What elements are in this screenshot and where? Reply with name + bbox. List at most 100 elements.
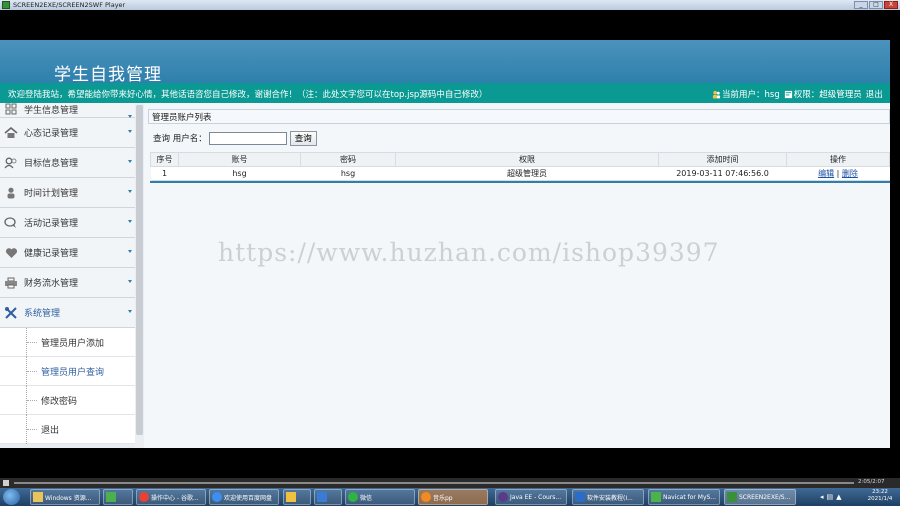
- taskbar-item-eclipse[interactable]: Java EE - Cours...: [495, 489, 567, 505]
- person-icon: [4, 186, 18, 200]
- sidebar-item-mood[interactable]: 心态记录管理: [0, 118, 135, 148]
- col-action: 操作: [786, 152, 890, 167]
- admin-table: 序号 账号 密码 权限 添加时间 操作 1 hsg hsg 超级管理员 2019: [150, 152, 890, 181]
- sidebar-item-goal[interactable]: 目标信息管理: [0, 148, 135, 178]
- screen2exe-icon: [727, 492, 737, 502]
- col-no: 序号: [150, 152, 179, 167]
- heart-icon: [4, 246, 18, 260]
- taskbar-item-navicat[interactable]: Navicat for MyS...: [648, 489, 720, 505]
- username-search-input[interactable]: [208, 131, 287, 145]
- player-app-icon: [2, 1, 10, 9]
- edit-link[interactable]: 编辑: [818, 169, 834, 178]
- col-role: 权限: [395, 152, 659, 167]
- col-password: 密码: [300, 152, 396, 167]
- app-icon: [106, 492, 116, 502]
- users-icon: [712, 90, 721, 99]
- grid-icon: [4, 103, 18, 116]
- taskbar-item-app5[interactable]: [283, 489, 311, 505]
- chevron-down-icon: [128, 190, 132, 193]
- cell-time: 2019-03-11 07:46:56.0: [658, 166, 787, 181]
- sidebar-subitem-logout[interactable]: 退出: [0, 415, 135, 444]
- welcome-text: 欢迎登陆我站，希望能给你带来好心情，其他话语咨您自己修改，谢谢合作！（注：此处文…: [8, 90, 488, 100]
- window-controls: _ □ X: [854, 1, 898, 9]
- sidebar-subitem-label: 修改密码: [41, 396, 78, 407]
- music-icon: [421, 492, 431, 502]
- table-row: 1 hsg hsg 超级管理员 2019-03-11 07:46:56.0 编辑…: [150, 166, 890, 181]
- app-icon: [317, 492, 327, 502]
- search-button[interactable]: 查询: [289, 130, 317, 146]
- table-header-row: 序号 账号 密码 权限 添加时间 操作: [150, 152, 890, 167]
- taskbar-item-music[interactable]: 音乐pp: [418, 489, 488, 505]
- user-info: 当前用户：hsg 权限：超级管理员 退出: [712, 88, 883, 100]
- taskbar-item-word[interactable]: 软件安装教程(I...: [572, 489, 644, 505]
- start-button[interactable]: [3, 489, 20, 505]
- taskbar-item-wechat[interactable]: 微信: [345, 489, 415, 505]
- main-content: 管理员账户列表 查询 用户名： 查询 序号 账号 密码 权限 添加时间 操作 1…: [148, 109, 890, 448]
- taskbar: Windows 资源... 操作中心 - 谷歌... 欢迎使用百度网盘 微信 音…: [0, 488, 900, 506]
- sidebar-item-label: 学生信息管理: [24, 106, 79, 116]
- clock-time: 23:22: [872, 489, 888, 495]
- watermark-text: https://www.huzhan.com/ishop39397: [218, 238, 720, 267]
- sidebar-item-label: 时间计划管理: [24, 189, 79, 199]
- tools-icon: [4, 306, 18, 320]
- taskbar-item-screen2exe[interactable]: SCREEN2EXE/S...: [724, 489, 796, 505]
- minimize-button[interactable]: _: [854, 1, 868, 9]
- taskbar-item-chrome[interactable]: 操作中心 - 谷歌...: [136, 489, 206, 505]
- player-title-bar: SCREEN2EXE/SCREEN2SWF Player _ □ X: [0, 0, 900, 10]
- chevron-down-icon: [128, 310, 132, 313]
- sidebar-menu: 学生信息管理 心态记录管理 目标信息管理 时间计划管理 活动记录管理 健康记录管…: [0, 103, 135, 444]
- search-label: 查询 用户名：: [153, 134, 207, 144]
- sidebar-item-finance[interactable]: 财务流水管理: [0, 268, 135, 298]
- volume-icon[interactable]: ◂: [820, 493, 824, 501]
- sidebar-item-student-info[interactable]: 学生信息管理: [0, 103, 135, 118]
- taskbar-item-explorer[interactable]: Windows 资源...: [30, 489, 100, 505]
- sidebar-subitem-label: 管理员用户添加: [41, 338, 105, 349]
- chevron-down-icon: [128, 250, 132, 253]
- sidebar-item-time-plan[interactable]: 时间计划管理: [0, 178, 135, 208]
- network-icon[interactable]: ▤: [827, 493, 834, 501]
- sidebar-item-label: 系统管理: [24, 309, 61, 319]
- sidebar-item-label: 财务流水管理: [24, 279, 79, 289]
- sidebar-item-system[interactable]: 系统管理: [0, 298, 135, 328]
- taskbar-item-baidu[interactable]: 欢迎使用百度网盘: [209, 489, 279, 505]
- current-user: 当前用户：hsg: [722, 90, 780, 100]
- cell-password: hsg: [300, 166, 396, 181]
- search-bar: 查询 用户名： 查询: [148, 124, 890, 152]
- sidebar-subitem-admin-add[interactable]: 管理员用户添加: [0, 328, 135, 357]
- cloud-icon: [212, 492, 222, 502]
- sidebar-subitem-label: 退出: [41, 425, 60, 436]
- delete-link[interactable]: 删除: [842, 169, 858, 178]
- notification-icon[interactable]: ▲: [836, 493, 841, 501]
- taskbar-clock[interactable]: 23:22 2021/1/4: [862, 489, 898, 503]
- printer-icon: [4, 276, 18, 290]
- taskbar-item-app6[interactable]: [314, 489, 342, 505]
- seek-bar[interactable]: [14, 482, 854, 484]
- sidebar-item-health[interactable]: 健康记录管理: [0, 238, 135, 268]
- table-bottom-border: [150, 181, 890, 183]
- sidebar-item-activity[interactable]: 活动记录管理: [0, 208, 135, 238]
- play-pause-button[interactable]: [3, 480, 9, 486]
- player-time: 2:05/2:07: [858, 479, 885, 485]
- cell-no: 1: [150, 166, 179, 181]
- close-button[interactable]: X: [884, 1, 898, 9]
- navicat-icon: [651, 492, 661, 502]
- sidebar-scrollbar[interactable]: [135, 103, 144, 448]
- chrome-icon: [139, 492, 149, 502]
- sidebar-item-label: 健康记录管理: [24, 249, 79, 259]
- sidebar-item-label: 心态记录管理: [24, 129, 79, 139]
- chat-icon: [4, 216, 18, 230]
- player-title: SCREEN2EXE/SCREEN2SWF Player: [13, 1, 126, 9]
- logout-link[interactable]: 退出: [866, 88, 883, 100]
- scrollbar-thumb[interactable]: [136, 105, 143, 435]
- app-header: 学生自我管理: [0, 40, 890, 85]
- sidebar-subitem-change-password[interactable]: 修改密码: [0, 386, 135, 415]
- users-icon: [4, 156, 18, 170]
- chevron-down-icon: [128, 130, 132, 133]
- taskbar-item-app2[interactable]: [103, 489, 133, 505]
- maximize-button[interactable]: □: [869, 1, 883, 9]
- sidebar-subitem-admin-query[interactable]: 管理员用户查询: [0, 357, 135, 386]
- clock-date: 2021/1/4: [867, 496, 893, 502]
- sidebar-item-label: 目标信息管理: [24, 159, 79, 169]
- chevron-down-icon: [128, 220, 132, 223]
- chevron-down-icon: [128, 280, 132, 283]
